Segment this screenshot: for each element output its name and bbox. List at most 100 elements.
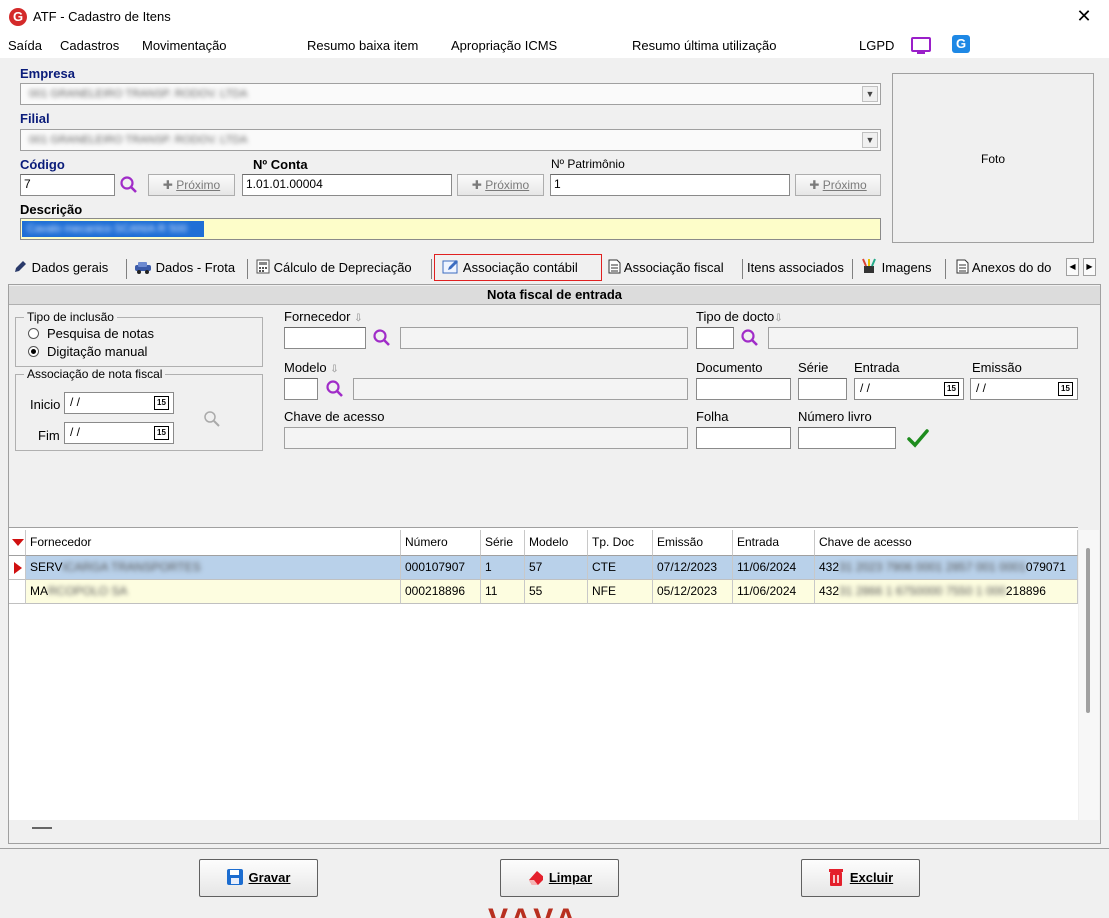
search-icon[interactable] xyxy=(325,379,344,398)
col-header-chave-acesso[interactable]: Chave de acesso xyxy=(815,530,1078,556)
patrimonio-proximo-button[interactable]: ✚ Próximo xyxy=(795,174,881,196)
col-header-tpdoc[interactable]: Tp. Doc xyxy=(588,530,653,556)
row-indicator[interactable] xyxy=(9,580,26,604)
col-header-entrada[interactable]: Entrada xyxy=(733,530,815,556)
gravar-button[interactable]: Gravar xyxy=(199,859,318,897)
foto-panel[interactable]: Foto xyxy=(892,73,1094,243)
tab-anexos[interactable]: Anexos do do xyxy=(956,256,1064,282)
table-cell-emissao[interactable]: 05/12/2023 xyxy=(653,580,733,604)
numero-livro-field[interactable] xyxy=(798,427,896,449)
emissao-date-field[interactable]: / / 15 xyxy=(970,378,1078,400)
conta-proximo-button[interactable]: ✚ Próximo xyxy=(457,174,544,196)
tipo-docto-code-field[interactable] xyxy=(696,327,734,349)
table-cell-chave[interactable]: 43231 2866 1 6750000 7550 1 000218896 xyxy=(815,580,1078,604)
table-cell-modelo[interactable]: 57 xyxy=(525,556,588,580)
table-cell-emissao[interactable]: 07/12/2023 xyxy=(653,556,733,580)
patrimonio-field[interactable]: 1 xyxy=(550,174,790,196)
menu-lgpd[interactable]: LGPD xyxy=(859,38,894,53)
menu-saida[interactable]: Saída xyxy=(8,38,42,53)
radio-pesquisa-notas[interactable] xyxy=(28,328,39,339)
menu-resumo-baixa-item[interactable]: Resumo baixa item xyxy=(307,38,418,53)
chevron-down-icon[interactable]: ▼ xyxy=(862,86,878,102)
table-cell-serie[interactable]: 1 xyxy=(481,556,525,580)
table-cell-numero[interactable]: 000107907 xyxy=(401,556,481,580)
table-cell-modelo[interactable]: 55 xyxy=(525,580,588,604)
scrollbar-thumb[interactable] xyxy=(1086,548,1090,713)
calendar-icon[interactable]: 15 xyxy=(154,426,169,440)
radio-digitacao-manual[interactable] xyxy=(28,346,39,357)
watermark-logo: VAVA xyxy=(488,903,581,918)
tab-dados-frota[interactable]: Dados - Frota xyxy=(134,256,235,282)
tab-scroll-left-icon[interactable]: ◀ xyxy=(1066,258,1079,276)
tab-calculo-depreciacao[interactable]: Cálculo de Depreciação xyxy=(256,256,412,282)
chevron-down-icon[interactable]: ▼ xyxy=(862,132,878,148)
search-icon[interactable] xyxy=(119,175,138,194)
menu-movimentacao[interactable]: Movimentação xyxy=(142,38,227,53)
limpar-button[interactable]: Limpar xyxy=(500,859,619,897)
confirm-check-icon[interactable] xyxy=(907,428,929,448)
tab-associacao-contabil[interactable]: Associação contábil xyxy=(442,256,578,282)
documento-field[interactable] xyxy=(696,378,791,400)
entrada-date-field[interactable]: / / 15 xyxy=(854,378,964,400)
fornecedor-code-field[interactable] xyxy=(284,327,366,349)
calendar-icon[interactable]: 15 xyxy=(154,396,169,410)
table-cell-serie[interactable]: 11 xyxy=(481,580,525,604)
search-icon[interactable] xyxy=(203,410,221,428)
search-icon[interactable] xyxy=(740,328,759,347)
tab-itens-associados[interactable]: Itens associados xyxy=(747,256,844,282)
table-cell-entrada[interactable]: 11/06/2024 xyxy=(733,556,815,580)
col-header-emissao[interactable]: Emissão xyxy=(653,530,733,556)
table-cell-entrada[interactable]: 11/06/2024 xyxy=(733,580,815,604)
empresa-label: Empresa xyxy=(20,66,75,81)
table-cell-fornecedor[interactable]: MARCOPOLO SA xyxy=(26,580,401,604)
conta-field[interactable]: 1.01.01.00004 xyxy=(242,174,452,196)
inicio-label: Inicio xyxy=(30,397,61,412)
tab-associacao-fiscal[interactable]: Associação fiscal xyxy=(608,256,724,282)
modelo-code-field[interactable] xyxy=(284,378,318,400)
inicio-date-field[interactable]: / / 15 xyxy=(64,392,174,414)
chave-acesso-field xyxy=(284,427,688,449)
table-cell-numero[interactable]: 000218896 xyxy=(401,580,481,604)
table-cell-fornecedor[interactable]: SERVICARGA TRANSPORTES xyxy=(26,556,401,580)
calendar-icon[interactable]: 15 xyxy=(944,382,959,396)
g-app-icon[interactable]: G xyxy=(952,35,970,53)
monitor-icon[interactable] xyxy=(911,37,931,54)
empresa-select[interactable]: 001 GRANELEIRO TRANSP. RODOV. LTDA ▼ xyxy=(20,83,881,105)
col-header-fornecedor[interactable]: Fornecedor xyxy=(26,530,401,556)
date-value: / / xyxy=(976,381,987,395)
close-icon[interactable]: ✕ xyxy=(1073,5,1095,27)
menu-resumo-ultima-utilizacao[interactable]: Resumo última utilização xyxy=(632,38,777,53)
tab-divider xyxy=(945,259,946,279)
tab-label: Associação contábil xyxy=(462,260,578,275)
serie-field[interactable] xyxy=(798,378,847,400)
fim-label: Fim xyxy=(38,428,60,443)
tab-label: Dados - Frota xyxy=(155,260,236,275)
numero-livro-label: Número livro xyxy=(798,409,872,424)
codigo-field[interactable]: 7 xyxy=(20,174,115,196)
codigo-proximo-button[interactable]: ✚ Próximo xyxy=(148,174,235,196)
folha-field[interactable] xyxy=(696,427,791,449)
table-cell-tpdoc[interactable]: NFE xyxy=(588,580,653,604)
menu-apropriacao-icms[interactable]: Apropriação ICMS xyxy=(451,38,557,53)
edit-form-icon xyxy=(442,260,458,274)
tab-scroll-right-icon[interactable]: ▶ xyxy=(1083,258,1096,276)
tab-imagens[interactable]: Imagens xyxy=(860,256,932,282)
descricao-field[interactable]: Cavalo mecanico SCANIA R 500 xyxy=(20,218,881,240)
col-header-modelo[interactable]: Modelo xyxy=(525,530,588,556)
grid-resize-handle[interactable] xyxy=(32,827,52,829)
serie-label: Série xyxy=(798,360,829,375)
fim-date-field[interactable]: / / 15 xyxy=(64,422,174,444)
tab-dados-gerais[interactable]: Dados gerais xyxy=(13,256,108,282)
footer-divider xyxy=(0,848,1109,849)
menu-cadastros[interactable]: Cadastros xyxy=(60,38,119,53)
tab-label: Imagens xyxy=(881,260,932,275)
excluir-button[interactable]: Excluir xyxy=(801,859,920,897)
filial-select[interactable]: 001 GRANELEIRO TRANSP. RODOV. LTDA ▼ xyxy=(20,129,881,151)
table-cell-chave[interactable]: 43231 2023 7906 0001 2857 001 0001079071 xyxy=(815,556,1078,580)
col-header-numero[interactable]: Número xyxy=(401,530,481,556)
calendar-icon[interactable]: 15 xyxy=(1058,382,1073,396)
search-icon[interactable] xyxy=(372,328,391,347)
row-indicator[interactable] xyxy=(9,556,26,580)
col-header-serie[interactable]: Série xyxy=(481,530,525,556)
table-cell-tpdoc[interactable]: CTE xyxy=(588,556,653,580)
